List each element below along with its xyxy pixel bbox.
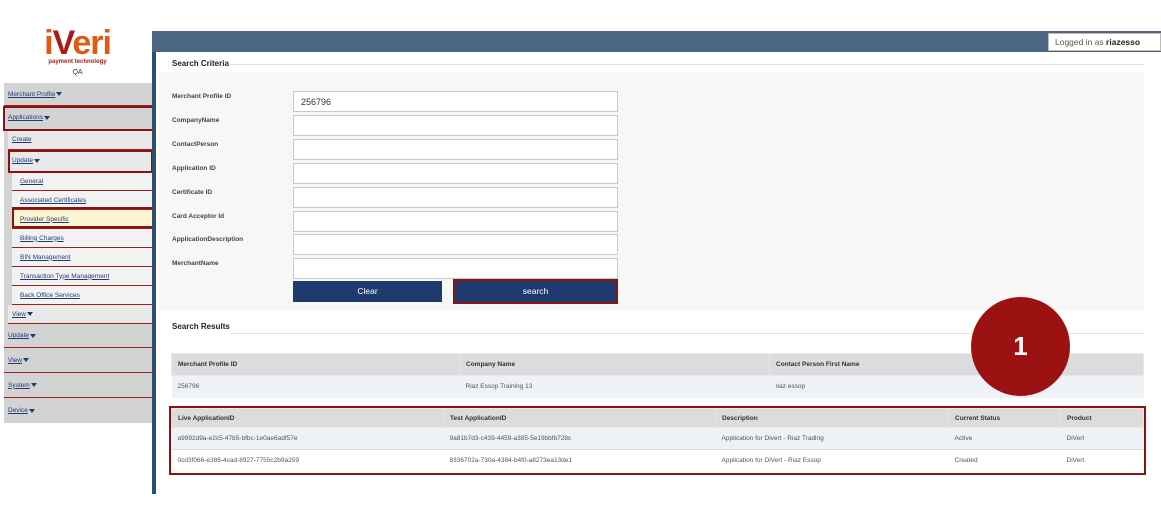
certificate-id-input[interactable]	[293, 187, 618, 208]
caret-down-icon	[29, 333, 36, 338]
contact-person-input[interactable]	[293, 139, 618, 160]
sidebar-item-device[interactable]: Device	[4, 398, 154, 423]
merchant-profile-id-input[interactable]	[293, 91, 618, 112]
step-number-badge: 1	[971, 297, 1070, 396]
sidebar-item-top-update[interactable]: Update	[4, 324, 154, 348]
column-header: Merchant Profile ID	[171, 353, 460, 376]
table-cell: riaz essop	[769, 375, 1144, 398]
top-bar: Logged in as riazesso	[152, 31, 1161, 52]
certificate-id-label: Certificate ID	[172, 189, 213, 196]
highlight-search-button	[453, 279, 618, 304]
sidebar-item-create[interactable]: Create	[8, 130, 154, 150]
highlight-provider-specific	[12, 207, 154, 228]
merchant-profile-id-label: Merchant Profile ID	[172, 93, 232, 100]
sidebar-item-transaction-type-management[interactable]: Transaction Type Management	[12, 267, 154, 286]
sidebar-item-merchant-profile[interactable]: Merchant Profile	[4, 83, 154, 106]
application-id-label: Application ID	[172, 165, 216, 172]
app-window: iVeri payment technology QA Merchant Pro…	[0, 0, 1161, 510]
environment-label: QA	[72, 69, 83, 76]
sidebar-item-system[interactable]: System	[4, 373, 154, 398]
company-name-label: CompanyName	[172, 117, 220, 124]
caret-down-icon	[26, 312, 33, 316]
sidebar-item-top-view[interactable]: View	[4, 348, 154, 373]
sidebar-item-bin-management[interactable]: BIN Management	[12, 248, 154, 267]
sidebar-item-general[interactable]: General	[12, 172, 154, 191]
column-header: Contact Person First Name	[769, 353, 1144, 376]
caret-down-icon	[22, 358, 29, 362]
logo-tagline: payment technology	[48, 59, 107, 65]
highlight-applications	[3, 106, 154, 131]
section-divider	[230, 64, 1144, 65]
clear-button[interactable]: Clear	[293, 281, 442, 302]
contact-person-label: ContactPerson	[172, 141, 219, 148]
table-cell: 256796	[171, 375, 460, 398]
sidebar-item-billing-charges[interactable]: Billing Charges	[12, 229, 154, 248]
sidebar: Merchant Profile Applications Create Upd…	[4, 83, 154, 423]
caret-down-icon	[30, 383, 37, 387]
column-header: Company Name	[459, 353, 770, 376]
application-description-label: ApplicationDescription	[172, 236, 244, 243]
table-cell: Riaz Essop Training 13	[459, 375, 770, 398]
search-results-title: Search Results	[172, 322, 230, 331]
sidebar-item-view[interactable]: View	[8, 305, 154, 324]
iveri-logo: iVeri payment technology QA	[10, 26, 145, 82]
logged-in-indicator: Logged in as riazesso	[1048, 33, 1161, 51]
application-id-input[interactable]	[293, 163, 618, 184]
logo-wordmark: iVeri	[44, 24, 112, 62]
company-name-input[interactable]	[293, 115, 618, 136]
application-description-input[interactable]	[293, 234, 618, 255]
caret-down-icon	[28, 408, 35, 413]
highlight-update	[8, 150, 153, 173]
card-acceptor-id-input[interactable]	[293, 211, 618, 232]
username: riazesso	[1106, 37, 1141, 47]
caret-down-icon	[56, 92, 63, 96]
sidebar-item-back-office-services[interactable]: Back Office Services	[12, 286, 154, 305]
search-criteria-title: Search Criteria	[172, 59, 229, 68]
merchant-name-input[interactable]	[293, 258, 618, 279]
merchant-name-label: MerchantName	[172, 260, 219, 267]
content-divider	[152, 52, 156, 494]
card-acceptor-id-label: Card Acceptor Id	[172, 213, 225, 220]
highlight-application-results	[169, 406, 1146, 475]
